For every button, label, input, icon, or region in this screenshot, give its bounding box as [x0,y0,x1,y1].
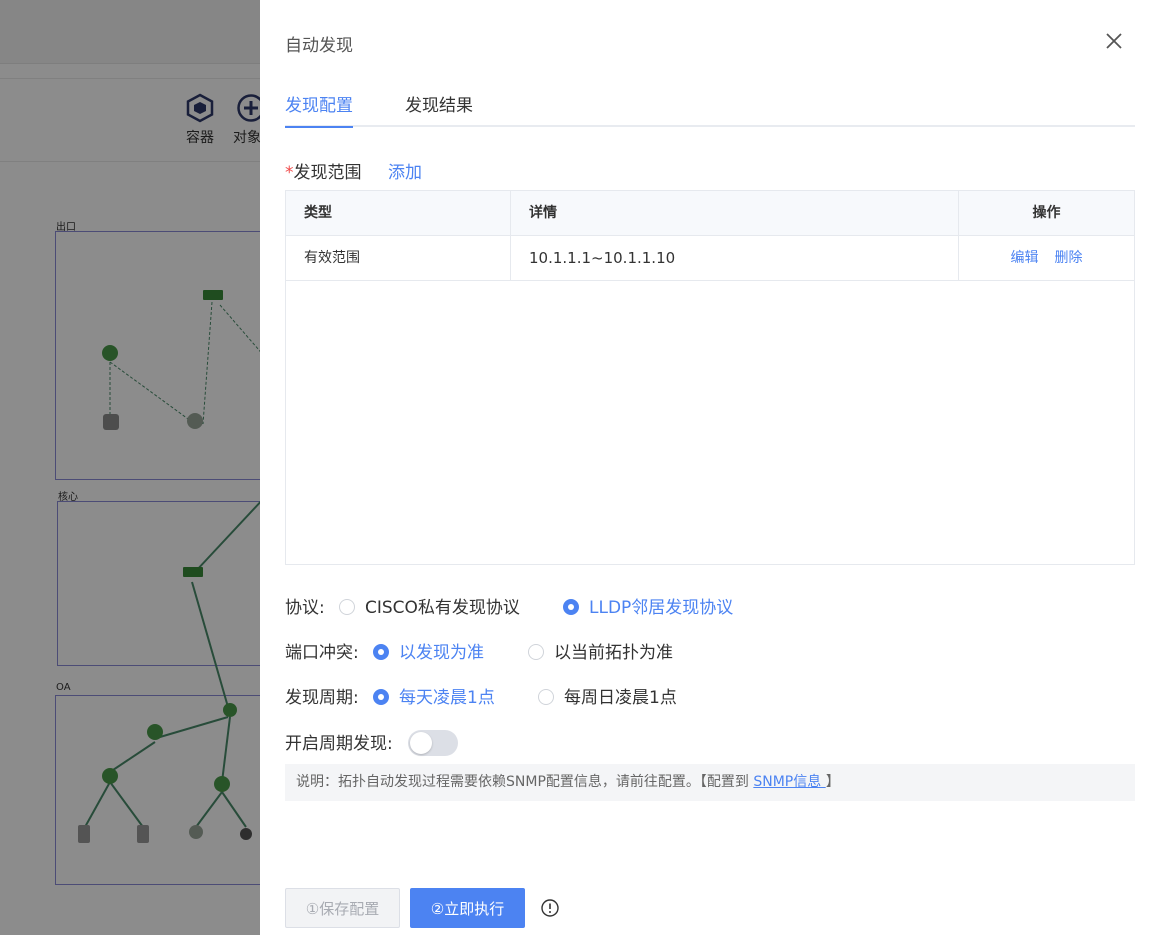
discovery-scope-label: *发现范围 [285,158,362,183]
run-now-button[interactable]: ②立即执行 [410,888,525,928]
exclamation-circle-icon[interactable] [540,898,560,918]
radio-circle-selected [373,644,389,660]
periodic-discovery-label: 开启周期发现: [285,734,393,754]
radio-circle [528,644,544,660]
add-scope-link[interactable]: 添加 [388,158,422,183]
scope-table: 类型 详情 操作 有效范围 10.1.1.1~10.1.1.10 编辑 删除 [285,190,1135,565]
discovery-period-label: 发现周期: [285,688,359,708]
edit-link[interactable]: 编辑 [1011,250,1039,266]
radio-by-current-topology[interactable]: 以当前拓扑为准 [528,638,673,663]
note-text: 说明：拓扑自动发现过程需要依赖SNMP配置信息，请前往配置。【配置到 [296,774,754,790]
radio-cisco-protocol[interactable]: CISCO私有发现协议 [339,593,520,618]
radio-circle [339,599,355,615]
toggle-knob [410,732,432,754]
radio-by-current-topology-label: 以当前拓扑为准 [554,643,673,663]
close-icon[interactable] [1102,29,1126,53]
discovery-period-row: 发现周期: 每天凌晨1点 每周日凌晨1点 [285,683,1135,708]
column-header-type: 类型 [286,191,511,236]
drawer-title: 自动发现 [285,36,353,56]
radio-lldp-label: LLDP邻居发现协议 [589,598,734,618]
table-header: 类型 详情 操作 [286,191,1134,236]
note-suffix: 】 [825,774,840,790]
radio-by-discovery-label: 以发现为准 [399,643,484,663]
port-conflict-row: 端口冲突: 以发现为准 以当前拓扑为准 [285,638,1135,663]
column-header-actions: 操作 [1032,205,1061,221]
snmp-info-link[interactable]: SNMP信息 [753,774,825,790]
snmp-note: 说明：拓扑自动发现过程需要依赖SNMP配置信息，请前往配置。【配置到 SNMP信… [285,764,1135,801]
discovery-scope-text: 发现范围 [293,163,362,183]
cell-detail: 10.1.1.1~10.1.1.10 [511,236,959,281]
tab-discovery-config[interactable]: 发现配置 [285,91,353,128]
radio-daily-1am[interactable]: 每天凌晨1点 [373,683,495,708]
save-config-button[interactable]: ①保存配置 [285,888,400,928]
radio-circle-selected [563,599,579,615]
radio-lldp-protocol[interactable]: LLDP邻居发现协议 [563,593,733,618]
cell-type: 有效范围 [286,236,511,281]
table-row: 有效范围 10.1.1.1~10.1.1.10 编辑 删除 [286,236,1134,281]
protocol-row: 协议: CISCO私有发现协议 LLDP邻居发现协议 [285,593,1135,618]
radio-circle [538,689,554,705]
auto-discovery-drawer: 自动发现 发现配置 发现结果 *发现范围 添加 类型 详情 操作 有效范围 10… [260,0,1160,935]
cell-actions: 编辑 删除 [959,236,1134,281]
periodic-discovery-toggle[interactable] [408,730,458,756]
drawer-tabs: 发现配置 发现结果 [285,86,1135,128]
radio-circle-selected [373,689,389,705]
radio-cisco-label: CISCO私有发现协议 [365,598,520,618]
radio-daily-1am-label: 每天凌晨1点 [399,688,495,708]
radio-by-discovery[interactable]: 以发现为准 [373,638,484,663]
protocol-label: 协议: [285,598,325,618]
tab-discovery-results[interactable]: 发现结果 [405,91,473,126]
port-conflict-label: 端口冲突: [285,643,359,663]
delete-link[interactable]: 删除 [1055,250,1083,266]
radio-sunday-1am-label: 每周日凌晨1点 [564,688,677,708]
required-mark: * [285,163,294,183]
periodic-discovery-row: 开启周期发现: [285,729,1135,757]
column-header-detail: 详情 [511,191,959,236]
radio-sunday-1am[interactable]: 每周日凌晨1点 [538,683,677,708]
